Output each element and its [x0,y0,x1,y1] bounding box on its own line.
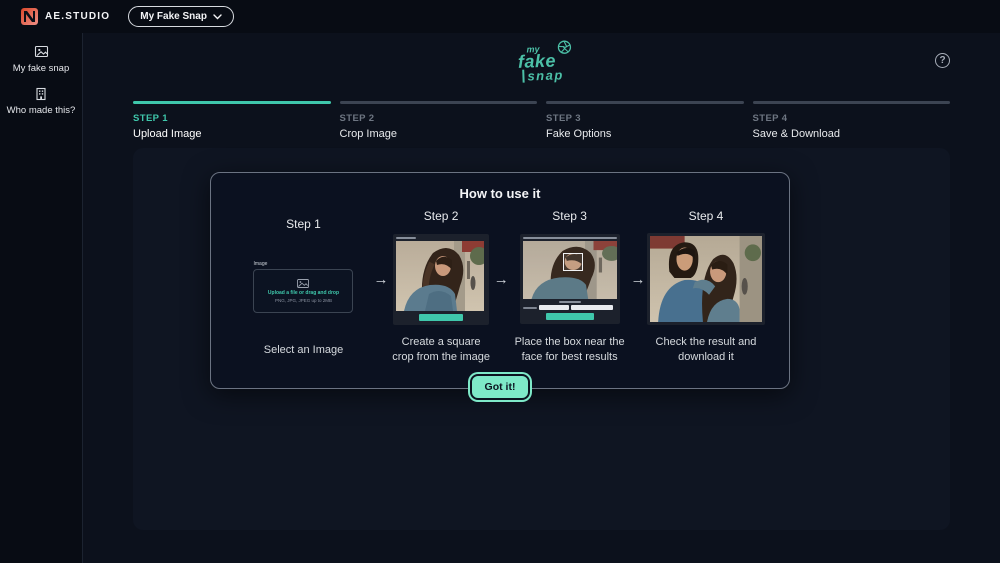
app-logo: my fake snap [84,45,1000,82]
got-it-button[interactable]: Got it! [470,374,531,400]
step-1-bar [133,101,331,104]
step-4-save-download: STEP 4 Save & Download [753,101,951,140]
arrow-right-icon: → [629,271,647,288]
arrow-right-icon: → [372,271,390,288]
step-1-upload-image: STEP 1 Upload Image [133,101,331,140]
modal-step-1-name: Step 1 [286,217,321,231]
modal-step-4-name: Step 4 [689,209,724,223]
mini-generate-button [546,313,594,320]
fake-options-screen-thumbnail [520,234,620,324]
modal-step-1: Step 1 Image Upload a file or drag and d… [235,209,372,358]
modal-step-2: Step 2 [390,209,492,365]
modal-title: How to use it [211,186,789,201]
question-mark-icon: ? [939,55,945,66]
step-4-number: STEP 4 [753,113,951,124]
step-2-number: STEP 2 [340,113,538,124]
modal-step-3-caption: Place the box near the face for best res… [510,335,629,365]
modal-step-1-caption: Select an Image [264,343,344,358]
workspace-selector[interactable]: My Fake Snap [128,6,234,27]
step-3-label: Fake Options [546,128,744,140]
mini-crop-button [419,314,463,321]
brand: AE.STUDIO [21,8,110,25]
photo-icon [34,44,49,59]
building-icon [34,87,48,101]
step-3-fake-options: STEP 3 Fake Options [546,101,744,140]
step-2-bar [340,101,538,104]
sidebar-item-label: Who made this? [7,105,76,116]
step-1-label: Upload Image [133,128,331,140]
step-progress: STEP 1 Upload Image STEP 2 Crop Image ST… [133,101,950,140]
got-it-label: Got it! [485,381,516,393]
sidebar-item-my-fake-snap[interactable]: My fake snap [0,44,82,74]
modal-step-3-name: Step 3 [552,209,587,223]
workspace-selector-label: My Fake Snap [140,11,207,22]
sidebar: My fake snap Who made this? [0,33,83,563]
sidebar-item-who-made-this[interactable]: Who made this? [0,87,82,116]
result-thumbnail [647,233,765,325]
step-2-crop-image: STEP 2 Crop Image [340,101,538,140]
modal-step-4-caption: Check the result and download it [647,335,765,365]
mini-options-inputs [523,305,617,310]
logo-word-snap: snap [522,68,566,83]
help-button[interactable]: ? [935,53,950,68]
sidebar-item-label: My fake snap [13,63,70,74]
image-icon [297,279,309,288]
modal-steps-row: Step 1 Image Upload a file or drag and d… [211,201,789,365]
crop-screen-thumbnail [393,234,489,325]
face-selection-box [563,253,583,271]
upload-thumb-cta: Upload a file or drag and drop [268,290,339,296]
upload-thumbnail: Image Upload a file or drag and drop PNG… [253,261,353,313]
step-4-label: Save & Download [753,128,951,140]
upload-thumb-label: Image [253,261,353,267]
chevron-down-icon [213,14,222,20]
modal-step-3: Step 3 [510,209,629,365]
couple-result-image [650,236,762,322]
main-content: my fake snap ? STEP 1 Upload Image STEP … [84,33,1000,563]
modal-step-2-caption: Create a square crop from the image [390,335,492,365]
arrow-right-icon: → [492,271,510,288]
upload-dropzone-preview: Upload a file or drag and drop PNG, JPG,… [253,269,353,313]
top-bar: AE.STUDIO My Fake Snap [0,0,1000,33]
ae-studio-logo-icon [21,8,38,25]
step-3-number: STEP 3 [546,113,744,124]
step-2-label: Crop Image [340,128,538,140]
how-to-use-modal: How to use it Step 1 Image Uplo [210,172,790,389]
brand-name: AE.STUDIO [45,11,110,22]
woman-portrait-image [396,241,484,311]
modal-step-2-name: Step 2 [424,209,459,223]
step-4-bar [753,101,951,104]
modal-step-4: Step 4 [647,209,765,365]
step-3-bar [546,101,744,104]
step-1-number: STEP 1 [133,113,331,124]
upload-thumb-hint: PNG, JPG, JPEG up to 2MB [275,298,332,303]
camera-shutter-icon [557,40,571,54]
